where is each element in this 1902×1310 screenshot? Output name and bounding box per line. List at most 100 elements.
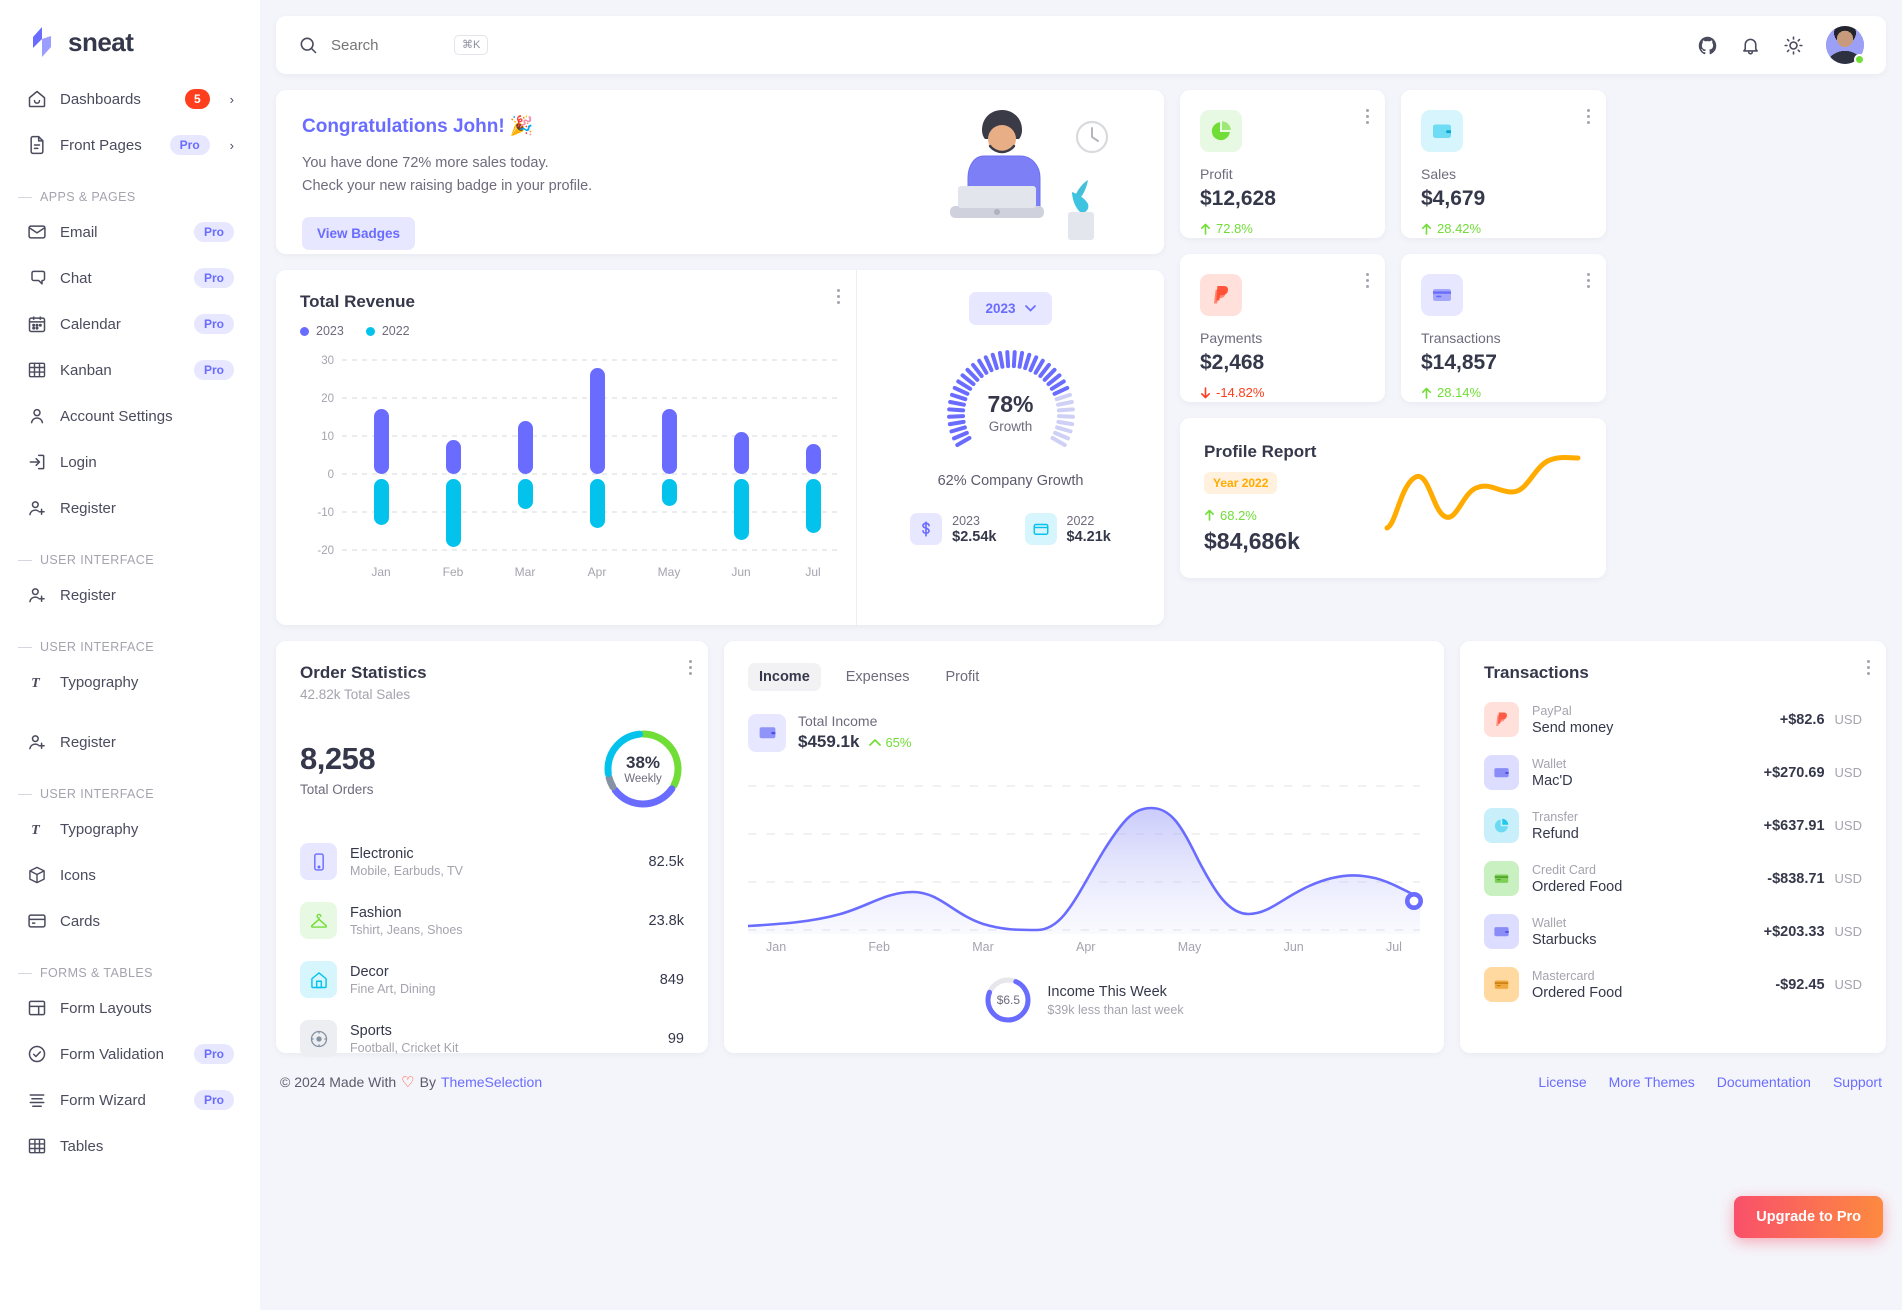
tab-profit[interactable]: Profit: [934, 663, 990, 691]
heart-icon: ♡: [401, 1074, 415, 1091]
footer-copyright: © 2024 Made With ♡ By ThemeSelection: [280, 1073, 542, 1091]
payments-menu-button[interactable]: [1365, 270, 1369, 291]
themeselection-link[interactable]: ThemeSelection: [441, 1074, 542, 1090]
sidebar-item-form-validation[interactable]: Form Validation Pro: [14, 1035, 246, 1073]
revenue-menu-button[interactable]: [836, 286, 840, 307]
year-select-button[interactable]: 2023: [969, 292, 1052, 325]
svg-text:0: 0: [328, 469, 334, 481]
paypal-icon: [1200, 274, 1242, 316]
footer-link-documentation[interactable]: Documentation: [1717, 1074, 1811, 1090]
transactions-list-menu-button[interactable]: [1866, 657, 1870, 678]
table-row[interactable]: Wallet Starbucks +$203.33 USD: [1484, 905, 1862, 958]
search-input[interactable]: [331, 36, 441, 54]
stat-delta-text: 28.42%: [1437, 221, 1482, 236]
upgrade-to-pro-button[interactable]: Upgrade to Pro: [1734, 1196, 1883, 1238]
income-value-row: $459.1k 65%: [798, 732, 911, 752]
sidebar-item-tables[interactable]: Tables: [14, 1127, 246, 1165]
transaction-name: Ordered Food: [1532, 984, 1623, 1001]
transaction-name: Ordered Food: [1532, 878, 1623, 895]
mini-stat-value: $2.54k: [952, 528, 997, 545]
sidebar-item-icons[interactable]: Icons: [14, 856, 246, 894]
wallet-icon: [1484, 914, 1519, 949]
sun-icon[interactable]: [1783, 35, 1804, 56]
category-desc: Fine Art, Dining: [350, 981, 436, 996]
list-item[interactable]: Decor Fine Art, Dining 849: [300, 950, 684, 1009]
stat-card-payments: Payments $2,468 -14.82%: [1180, 254, 1385, 402]
view-badges-button[interactable]: View Badges: [302, 217, 416, 250]
sidebar-item-dashboards[interactable]: Dashboards 5 ›: [14, 80, 246, 118]
table-row[interactable]: Mastercard Ordered Food -$92.45 USD: [1484, 958, 1862, 1011]
search-area[interactable]: ⌘K: [298, 35, 1697, 55]
list-item[interactable]: Electronic Mobile, Earbuds, TV 82.5k: [300, 832, 684, 891]
sidebar-item-register-1[interactable]: Register: [14, 489, 246, 527]
mini-stat-value: $4.21k: [1066, 528, 1111, 545]
category-name: Sports: [350, 1022, 392, 1039]
sidebar-item-login[interactable]: Login: [14, 443, 246, 481]
stat-delta-text: 28.14%: [1437, 385, 1482, 400]
bell-icon[interactable]: [1740, 35, 1761, 56]
stat-label: Transactions: [1421, 330, 1501, 346]
profit-menu-button[interactable]: [1365, 106, 1369, 127]
row1-left: Congratulations John! 🎉 You have done 72…: [276, 90, 1164, 625]
footer-link-support[interactable]: Support: [1833, 1074, 1882, 1090]
sidebar-item-typography-1[interactable]: T Typography: [14, 663, 246, 701]
brand[interactable]: sneat: [0, 0, 260, 80]
week-ring-chart: $6.5: [984, 976, 1032, 1024]
sidebar-item-front-pages[interactable]: Front Pages Pro ›: [14, 126, 246, 164]
sidebar-item-cards[interactable]: Cards: [14, 902, 246, 940]
table-row[interactable]: Credit Card Ordered Food -$838.71 USD: [1484, 852, 1862, 905]
arrow-up-icon: [1422, 387, 1431, 399]
total-revenue-card: Total Revenue 2023 2022 30 20 10 0 -10 -…: [276, 270, 1164, 625]
wallet-icon: [748, 713, 786, 752]
sidebar-item-register-3[interactable]: Register: [14, 723, 246, 761]
stat-value: $14,857: [1421, 351, 1497, 374]
sidebar-item-kanban[interactable]: Kanban Pro: [14, 351, 246, 389]
table-row[interactable]: Wallet Mac'D +$270.69 USD: [1484, 746, 1862, 799]
sidebar-item-form-wizard[interactable]: Form Wizard Pro: [14, 1081, 246, 1119]
sidebar-item-email[interactable]: Email Pro: [14, 213, 246, 251]
sidebar-item-calendar[interactable]: Calendar Pro: [14, 305, 246, 343]
table-row[interactable]: Transfer Refund +$637.91 USD: [1484, 799, 1862, 852]
table-row[interactable]: PayPal Send money +$82.6 USD: [1484, 693, 1862, 746]
sidebar-item-label: Account Settings: [60, 407, 173, 425]
order-menu-button[interactable]: [688, 657, 692, 678]
svg-text:Feb: Feb: [443, 565, 464, 579]
transaction-type: Wallet: [1532, 915, 1567, 930]
sidebar-item-account-settings[interactable]: Account Settings: [14, 397, 246, 435]
tab-income[interactable]: Income: [748, 663, 821, 691]
transaction-currency: USD: [1834, 870, 1862, 886]
footer-link-license[interactable]: License: [1538, 1074, 1586, 1090]
list-item[interactable]: Sports Football, Cricket Kit 99: [300, 1009, 684, 1068]
tab-expenses[interactable]: Expenses: [835, 663, 921, 691]
status-badge: [1854, 54, 1865, 65]
sidebar-item-form-layouts[interactable]: Form Layouts: [14, 989, 246, 1027]
sidebar-item-register-2[interactable]: Register: [14, 576, 246, 614]
wallet-icon: [1421, 110, 1463, 152]
mini-stat-2023: 2023 $2.54k: [910, 513, 997, 545]
chat-icon: [26, 268, 47, 289]
sneat-logo-icon: [33, 27, 51, 57]
transaction-currency: USD: [1834, 817, 1862, 833]
copyright-by: By: [419, 1074, 436, 1090]
transactions-menu-button[interactable]: [1586, 270, 1590, 291]
stat-label: Profit: [1200, 166, 1233, 182]
credit-card-icon: [1484, 967, 1519, 1002]
category-text: Decor Fine Art, Dining: [350, 964, 435, 996]
wizard-icon: [26, 1090, 47, 1111]
gauge-percent: 78%: [987, 391, 1034, 417]
sidebar-item-typography-2[interactable]: T Typography: [14, 810, 246, 848]
stat-card-profit: Profit $12,628 72.8%: [1180, 90, 1385, 238]
transaction-text: Wallet Starbucks: [1532, 916, 1596, 948]
order-statistics-card: Order Statistics 42.82k Total Sales 8,25…: [276, 641, 708, 1057]
avatar[interactable]: [1826, 26, 1865, 65]
stat-delta-text: 72.8%: [1216, 221, 1253, 236]
footer-link-more-themes[interactable]: More Themes: [1609, 1074, 1695, 1090]
github-icon[interactable]: [1697, 35, 1718, 56]
sidebar-item-label: Form Validation: [60, 1045, 164, 1063]
sidebar-item-chat[interactable]: Chat Pro: [14, 259, 246, 297]
transaction-amount: +$270.69 USD: [1764, 765, 1862, 781]
sales-menu-button[interactable]: [1586, 106, 1590, 127]
table-icon: [26, 1136, 47, 1157]
list-item[interactable]: Fashion Tshirt, Jeans, Shoes 23.8k: [300, 891, 684, 950]
transaction-amount: -$838.71 USD: [1767, 871, 1862, 887]
